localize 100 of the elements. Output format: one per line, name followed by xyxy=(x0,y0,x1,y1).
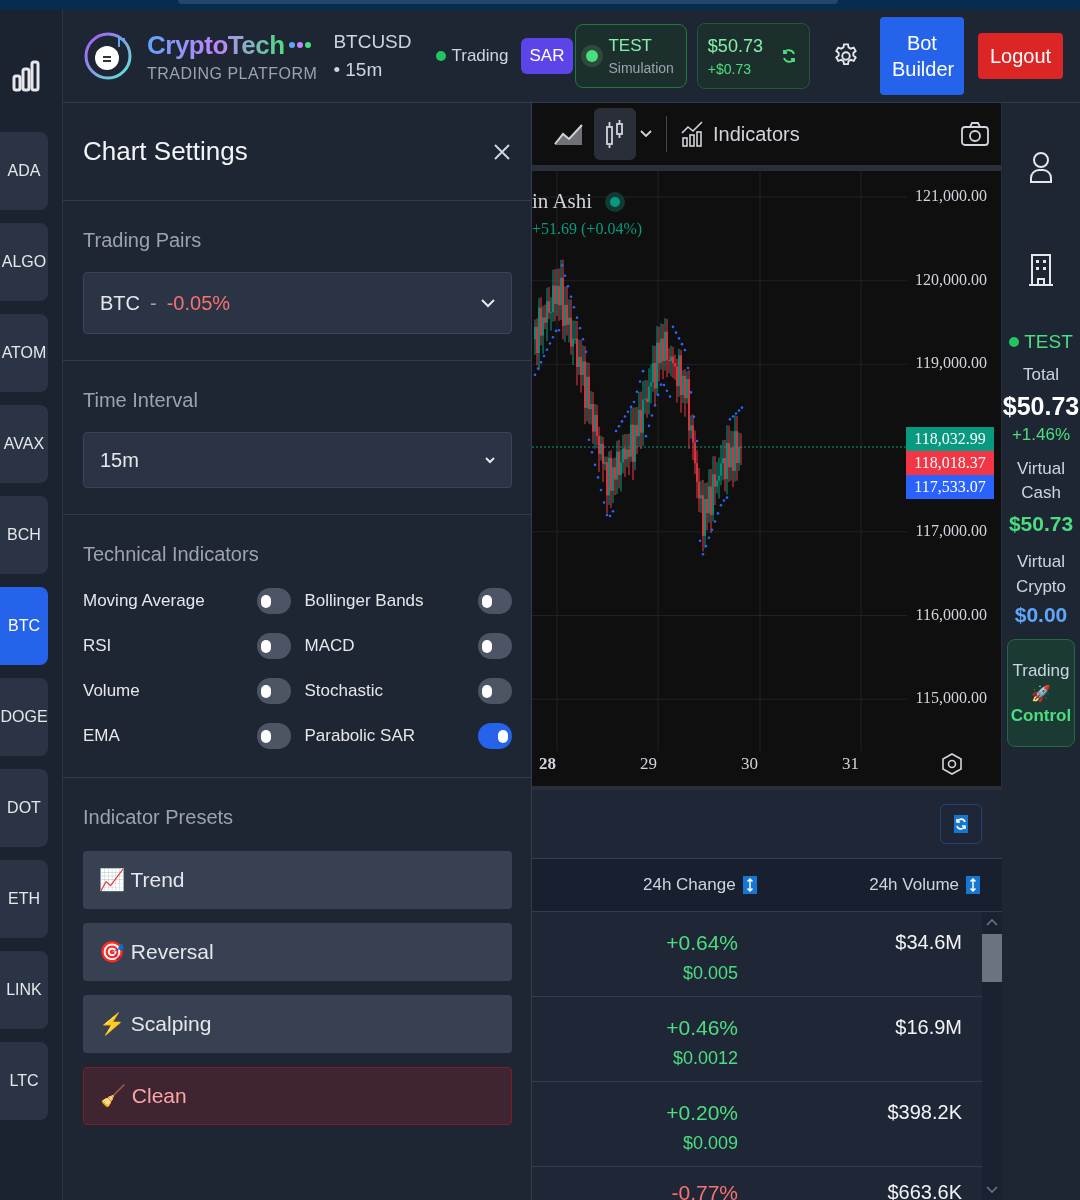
indicator-toggle[interactable] xyxy=(478,723,512,749)
caret-icon[interactable] xyxy=(640,130,652,138)
date-tick: 28 xyxy=(538,754,557,774)
indicator-toggle[interactable] xyxy=(478,678,512,704)
coin-tab[interactable]: ETH xyxy=(0,860,48,938)
indicator-badge: SAR xyxy=(520,38,574,74)
balance-value: $50.73 xyxy=(707,35,763,57)
pair-select[interactable]: BTC - -0.05% xyxy=(83,272,512,334)
coin-tab[interactable]: AVAX xyxy=(0,405,48,483)
candlestick-icon xyxy=(605,119,625,149)
total-value: $50.73 xyxy=(1002,391,1080,421)
indicator-toggle[interactable] xyxy=(256,723,291,749)
cash-value: $50.73 xyxy=(1008,511,1074,536)
change-value: $0.0012 xyxy=(672,1048,738,1069)
crypto-label: Virtual Crypto xyxy=(1014,550,1068,598)
sort-icon xyxy=(966,876,980,894)
crypto-value: $0.00 xyxy=(1014,603,1068,628)
user-icon[interactable] xyxy=(1030,151,1052,183)
coin-tab[interactable]: ADA xyxy=(0,132,48,210)
column-header[interactable]: 24h Change xyxy=(643,875,757,895)
scroll-thumb[interactable] xyxy=(982,934,1002,982)
volume-cell: $34.6M xyxy=(895,931,962,954)
bot-builder-button[interactable]: Bot Builder xyxy=(879,17,964,95)
indicator-label: Volume xyxy=(83,681,140,701)
mode-sublabel: Simulation xyxy=(608,60,674,76)
total-label: Total xyxy=(1022,364,1060,386)
change-percent: -0.77% xyxy=(671,1181,738,1200)
settings-icon[interactable] xyxy=(941,753,963,775)
section-label: Technical Indicators xyxy=(83,543,260,566)
coin-tab[interactable]: LINK xyxy=(0,951,48,1029)
building-icon[interactable] xyxy=(1029,253,1053,287)
price-tag: 118,032.99 xyxy=(906,427,994,451)
indicator-label: Moving Average xyxy=(83,591,205,611)
balance-change: +$0.73 xyxy=(707,60,753,77)
interval-select[interactable]: 15m xyxy=(83,432,512,488)
scroll-down-icon[interactable] xyxy=(986,1186,998,1194)
indicators-button[interactable]: Indicators xyxy=(681,121,800,147)
preset-button[interactable]: 🧹 Clean xyxy=(83,1067,512,1125)
candlestick-tool[interactable] xyxy=(594,108,636,160)
date-tick: 30 xyxy=(740,754,759,774)
preset-button[interactable]: 🎯 Reversal xyxy=(83,923,512,981)
interval-label: • 15m xyxy=(333,59,384,81)
trading-control-button[interactable]: Trading 🚀 Control xyxy=(1007,639,1075,748)
indicator-toggle[interactable] xyxy=(478,588,512,614)
sort-icon xyxy=(742,876,757,894)
change-percent: +0.64% xyxy=(666,931,738,955)
price-tick: 117,000.00 xyxy=(915,521,987,540)
preset-button[interactable]: 📈 Trend xyxy=(83,851,512,909)
change-value: $0.005 xyxy=(682,963,738,984)
chevron-down-icon xyxy=(485,456,495,464)
coin-tab[interactable]: LTC xyxy=(0,1042,48,1120)
indicator-label: Stochastic xyxy=(304,681,383,701)
indicator-toggle[interactable] xyxy=(256,633,291,659)
date-tick: 29 xyxy=(639,754,658,774)
preset-button[interactable]: ⚡ Scalping xyxy=(83,995,512,1053)
indicator-toggle[interactable] xyxy=(478,633,512,659)
indicator-label: RSI xyxy=(83,636,112,656)
area-chart-icon xyxy=(554,122,584,146)
dots-icon xyxy=(288,42,311,48)
close-icon[interactable] xyxy=(493,142,511,161)
symbol-label: BTCUSD xyxy=(333,31,412,53)
price-tick: 119,000.00 xyxy=(915,354,987,373)
coin-tab[interactable]: DOGE xyxy=(0,678,48,756)
indicator-label: EMA xyxy=(83,726,120,746)
indicator-label: MACD xyxy=(304,636,355,656)
panel-title: Chart Settings xyxy=(83,136,248,167)
price-tag: 117,533.07 xyxy=(906,475,994,499)
price-tick: 116,000.00 xyxy=(915,605,987,624)
total-change: +1.46% xyxy=(1011,424,1071,445)
section-label: Trading Pairs xyxy=(83,229,203,252)
status-dot xyxy=(435,51,446,61)
indicator-toggle[interactable] xyxy=(256,588,291,614)
refresh-icon[interactable] xyxy=(780,48,797,64)
refresh-icon xyxy=(954,815,968,833)
price-tick: 120,000.00 xyxy=(915,270,987,289)
price-change: +51.69 (+0.04%) xyxy=(532,220,643,238)
coin-tab[interactable]: BCH xyxy=(0,496,48,574)
column-header[interactable]: 24h Volume xyxy=(869,875,980,895)
refresh-button[interactable] xyxy=(940,804,982,844)
volume-cell: $663.6K xyxy=(887,1181,962,1200)
coin-tab[interactable]: ATOM xyxy=(0,314,48,392)
bar-chart-icon[interactable] xyxy=(12,60,40,92)
scroll-up-icon[interactable] xyxy=(986,918,998,926)
indicator-label: Parabolic SAR xyxy=(304,726,416,746)
indicators-icon xyxy=(681,121,705,147)
indicator-label: Bollinger Bands xyxy=(304,591,424,611)
indicator-toggle[interactable] xyxy=(256,678,291,704)
robot-logo-icon xyxy=(83,31,133,81)
coin-tab[interactable]: DOT xyxy=(0,769,48,847)
price-tick: 121,000.00 xyxy=(915,187,987,205)
mode-label: TEST xyxy=(1024,331,1073,353)
logout-button[interactable]: Logout xyxy=(977,33,1064,79)
price-tag: 118,018.37 xyxy=(906,451,994,475)
brand-tagline: TRADING PLATFORM xyxy=(147,64,318,83)
section-label: Time Interval xyxy=(83,389,199,412)
date-tick: 31 xyxy=(841,754,860,774)
coin-tab[interactable]: BTC xyxy=(0,587,48,665)
camera-icon[interactable] xyxy=(961,122,989,146)
coin-tab[interactable]: ALGO xyxy=(0,223,48,301)
scrollbar[interactable] xyxy=(982,912,1002,1200)
